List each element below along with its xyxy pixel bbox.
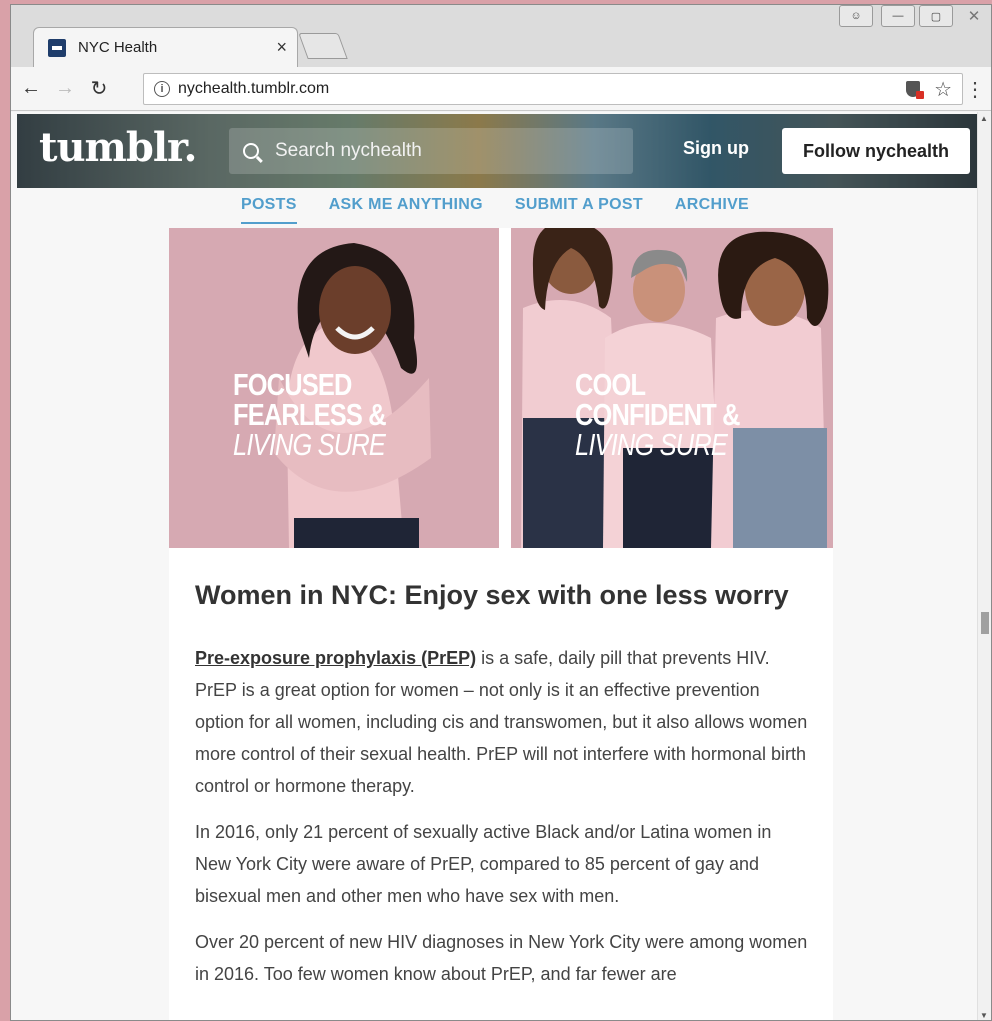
nav-archive[interactable]: ARCHIVE <box>675 192 749 224</box>
nav-submit-a-post[interactable]: SUBMIT A POST <box>515 192 643 224</box>
nav-posts[interactable]: POSTS <box>240 192 297 224</box>
slogan-line-2: CONFIDENT & <box>575 397 740 432</box>
tab-nyc-health[interactable]: NYC Health × <box>33 27 298 67</box>
blog-nav: POSTS ASK ME ANYTHING SUBMIT A POST ARCH… <box>11 192 979 228</box>
tumblr-logo[interactable]: tumblr. <box>39 124 197 171</box>
slogan-line-1: COOL <box>575 367 646 402</box>
site-info-icon[interactable]: i <box>154 81 170 97</box>
window-controls: ☺ — ▢ ✕ <box>839 5 991 27</box>
reload-icon[interactable]: ↻ <box>85 75 113 103</box>
browser-menu-icon[interactable]: ⋮ <box>965 77 985 102</box>
tab-title: NYC Health <box>78 39 158 56</box>
slogan-line-1: FOCUSED <box>233 367 352 402</box>
follow-button[interactable]: Follow nychealth <box>782 128 970 174</box>
bookmark-star-icon[interactable]: ☆ <box>934 77 952 102</box>
search-input[interactable]: Search nychealth <box>229 128 633 174</box>
scroll-down-icon[interactable]: ▼ <box>980 1011 988 1020</box>
browser-window: NYC Health × ☺ — ▢ ✕ ← → ↻ i nychealth.t… <box>10 4 992 1021</box>
photo-cool-confident[interactable]: COOL CONFIDENT & LIVING SURE <box>511 228 833 548</box>
forward-arrow-icon[interactable]: → <box>51 75 79 103</box>
paragraph-2: In 2016, only 21 percent of sexually act… <box>195 822 772 906</box>
slogan-cool-confident: COOL CONFIDENT & LIVING SURE <box>575 367 740 462</box>
slogan-line-3: LIVING SURE <box>233 427 386 462</box>
paragraph-3: Over 20 percent of new HIV diagnoses in … <box>195 932 808 984</box>
minimize-button[interactable]: — <box>881 5 915 27</box>
slogan-focused-fearless: FOCUSED FEARLESS & LIVING SURE <box>233 367 387 462</box>
tumblr-header: tumblr. Search nychealth Sign up Follow … <box>17 114 979 188</box>
extension-icon[interactable] <box>906 81 925 99</box>
tab-close-icon[interactable]: × <box>276 37 287 58</box>
maximize-button[interactable]: ▢ <box>919 5 953 27</box>
tab-strip: NYC Health × ☺ — ▢ ✕ <box>11 5 991 67</box>
close-window-button[interactable]: ✕ <box>957 5 991 27</box>
paragraph-1: Pre-exposure prophylaxis (PrEP) is a saf… <box>195 642 809 802</box>
paragraph-1-text: is a safe, daily pill that prevents HIV.… <box>195 648 808 796</box>
post-body: Pre-exposure prophylaxis (PrEP) is a saf… <box>195 642 809 1004</box>
post-title: Women in NYC: Enjoy sex with one less wo… <box>195 580 789 610</box>
search-placeholder: Search nychealth <box>275 140 422 161</box>
photo-focused-fearless[interactable]: FOCUSED FEARLESS & LIVING SURE <box>169 228 499 548</box>
browser-toolbar: ← → ↻ i nychealth.tumblr.com ☆ ⋮ <box>11 67 991 111</box>
nyc-health-favicon-icon <box>48 38 66 57</box>
scrollbar-thumb[interactable] <box>981 612 989 634</box>
vertical-scrollbar[interactable]: ▲ ▼ <box>977 112 991 1020</box>
photo-set: FOCUSED FEARLESS & LIVING SURE COOL CONF… <box>169 228 833 548</box>
post-card: FOCUSED FEARLESS & LIVING SURE COOL CONF… <box>169 228 833 1020</box>
user-profile-icon[interactable]: ☺ <box>839 5 873 27</box>
slogan-line-2: FEARLESS & <box>233 397 387 432</box>
page-viewport: tumblr. Search nychealth Sign up Follow … <box>11 112 979 1020</box>
url-text[interactable]: nychealth.tumblr.com <box>178 80 906 98</box>
search-icon <box>243 143 259 159</box>
back-arrow-icon[interactable]: ← <box>17 75 45 103</box>
new-tab-button[interactable] <box>298 33 348 59</box>
nav-ask-me-anything[interactable]: ASK ME ANYTHING <box>329 192 483 224</box>
address-bar[interactable]: i nychealth.tumblr.com ☆ <box>143 73 963 105</box>
sign-up-link[interactable]: Sign up <box>683 138 749 159</box>
prep-link[interactable]: Pre-exposure prophylaxis (PrEP) <box>195 648 476 668</box>
slogan-line-3: LIVING SURE <box>575 427 728 462</box>
scroll-up-icon[interactable]: ▲ <box>980 114 988 123</box>
